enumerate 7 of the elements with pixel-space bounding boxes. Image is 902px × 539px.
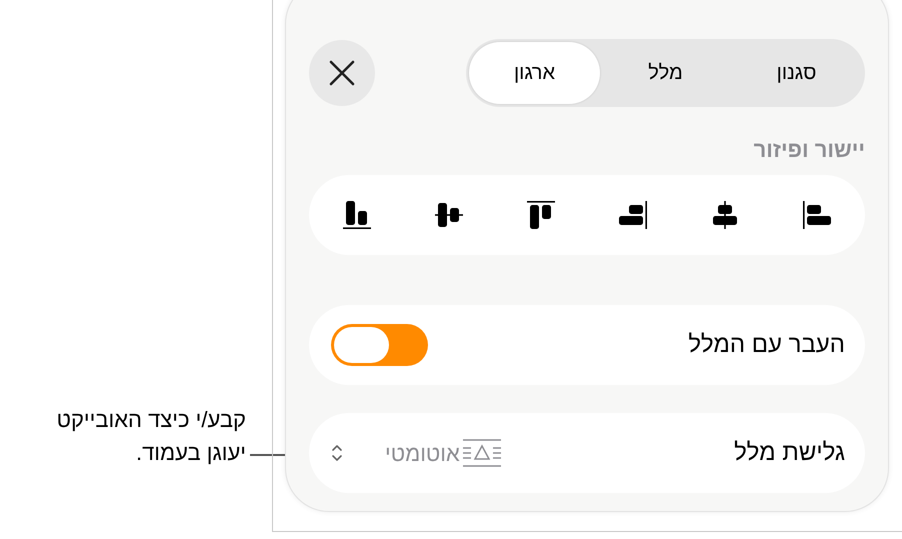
tab[interactable]: סגנון xyxy=(731,42,862,104)
text-wrap-label: גלישת מלל xyxy=(734,438,845,468)
move-with-text-label: העבר עם המלל xyxy=(688,330,845,360)
tab[interactable]: מלל xyxy=(600,42,731,104)
section-title: יישור ופיזור xyxy=(752,137,865,163)
callout-text: קבע/י כיצד האובייקט יעוגן בעמוד. xyxy=(56,406,246,467)
tab[interactable]: ארגון xyxy=(469,42,600,104)
